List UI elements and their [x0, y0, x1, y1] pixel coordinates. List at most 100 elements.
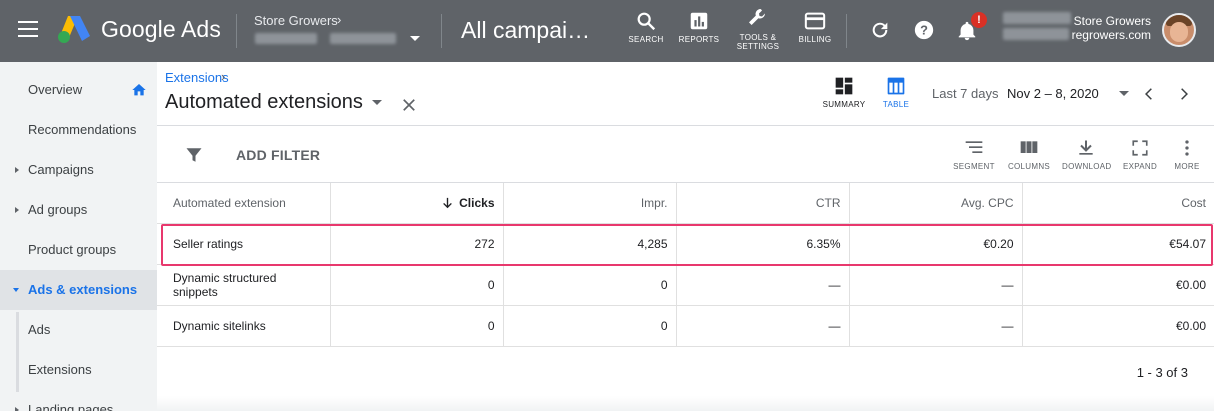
column-header-impressions[interactable]: Impr. — [503, 183, 677, 224]
table-row[interactable]: Dynamic sitelinks 0 0 — — €0.00 — [157, 305, 1214, 347]
more-vert-icon — [1185, 140, 1189, 156]
date-range-value[interactable]: Nov 2 – 8, 2020 — [1007, 86, 1099, 101]
expand-label: EXPAND — [1122, 162, 1158, 171]
reports-tool[interactable]: REPORTS — [678, 10, 720, 44]
more-button[interactable]: MORE — [1169, 139, 1205, 171]
notification-badge: ! — [971, 12, 987, 28]
expand-arrow-icon — [15, 167, 19, 173]
sidebar-item-overview[interactable]: Overview — [0, 70, 157, 110]
search-label: SEARCH — [628, 35, 664, 44]
cell-clicks: 0 — [330, 305, 504, 347]
segment-button[interactable]: SEGMENT — [952, 139, 996, 171]
add-filter-button[interactable]: ADD FILTER — [236, 147, 320, 163]
chevron-left-icon[interactable] — [1142, 87, 1156, 101]
cell-cost: €0.00 — [1022, 305, 1214, 347]
columns-button[interactable]: COLUMNS — [1007, 139, 1051, 171]
cell-extension: Dynamic sitelinks — [157, 305, 331, 347]
cell-extension: Dynamic structured snippets — [157, 264, 331, 306]
cell-impressions: 4,285 — [503, 223, 677, 265]
sidebar-item-label: Landing pages — [28, 402, 114, 411]
sidebar-item-label: Recommendations — [28, 122, 137, 137]
expand-arrow-icon — [15, 207, 19, 213]
sidebar-nav: Overview Recommendations Campaigns Ad gr… — [0, 62, 157, 411]
sidebar-item-recommendations[interactable]: Recommendations — [0, 110, 157, 150]
top-app-bar: Google Ads Store Growers › All campai… S… — [0, 0, 1214, 62]
close-icon[interactable] — [400, 96, 418, 114]
wrench-icon — [749, 9, 765, 25]
summary-view-button[interactable]: SUMMARY — [822, 76, 866, 109]
user-account-info[interactable]: Store Growers regrowers.com — [1072, 14, 1151, 42]
billing-card-icon — [804, 12, 826, 30]
sidebar-item-product-groups[interactable]: Product groups — [0, 230, 157, 270]
sidebar-item-ads-extensions[interactable]: Ads & extensions — [0, 270, 157, 310]
column-header-clicks[interactable]: Clicks — [330, 183, 504, 224]
help-icon[interactable]: ? — [913, 19, 935, 41]
account-name[interactable]: Store Growers — [254, 13, 338, 28]
sidebar-item-label: Ad groups — [28, 202, 88, 217]
chevron-right-icon[interactable] — [1177, 87, 1191, 101]
sidebar-item-ad-groups[interactable]: Ad groups — [0, 190, 157, 230]
column-header-extension[interactable]: Automated extension — [157, 183, 331, 224]
page-title[interactable]: Automated extensions — [165, 91, 363, 114]
sidebar-item-label: Extensions — [28, 362, 92, 377]
search-icon — [637, 12, 656, 31]
sidebar-item-label: Ads & extensions — [28, 282, 138, 297]
brand-name[interactable]: Google Ads — [101, 16, 221, 43]
divider — [441, 14, 442, 48]
expand-button[interactable]: EXPAND — [1120, 139, 1160, 171]
cell-extension: Seller ratings — [157, 223, 331, 265]
billing-label: BILLING — [798, 35, 832, 44]
download-button[interactable]: DOWNLOAD — [1062, 139, 1111, 171]
reports-label: REPORTS — [678, 35, 720, 44]
pagination-info: 1 - 3 of 3 — [1136, 365, 1188, 380]
date-range-label: Last 7 days — [932, 86, 999, 101]
column-header-ctr[interactable]: CTR — [676, 183, 850, 224]
sidebar-item-ads[interactable]: Ads — [0, 310, 157, 350]
sidebar-item-label: Overview — [28, 82, 83, 97]
chevron-right-icon: › — [337, 12, 342, 27]
account-dropdown-icon[interactable] — [410, 36, 420, 41]
sidebar-item-extensions[interactable]: Extensions — [0, 350, 157, 390]
summary-label: SUMMARY — [822, 100, 866, 109]
date-dropdown-icon[interactable] — [1119, 91, 1129, 96]
more-label: MORE — [1174, 162, 1200, 171]
redacted-user — [1003, 12, 1071, 24]
cell-ctr: — — [676, 305, 850, 347]
segment-label: SEGMENT — [953, 162, 995, 171]
columns-icon — [1020, 141, 1038, 153]
summary-grid-icon — [835, 77, 853, 95]
main-panel: Extensions › Automated extensions SUMMAR… — [157, 62, 1214, 411]
panel-bottom-edge — [157, 396, 1214, 411]
cell-avg-cpc: — — [849, 264, 1023, 306]
extensions-table: Automated extension Clicks Impr. CTR Avg… — [157, 183, 1214, 347]
fullscreen-icon — [1132, 140, 1148, 156]
refresh-icon[interactable] — [869, 19, 891, 41]
columns-label: COLUMNS — [1007, 162, 1051, 171]
cell-avg-cpc: — — [849, 305, 1023, 347]
avatar[interactable] — [1162, 13, 1196, 47]
column-header-avg-cpc[interactable]: Avg. CPC — [849, 183, 1023, 224]
table-view-button[interactable]: TABLE — [875, 76, 917, 109]
column-header-cost[interactable]: Cost — [1022, 183, 1214, 224]
menu-icon[interactable] — [18, 21, 38, 37]
breadcrumb[interactable]: Extensions — [165, 70, 229, 85]
sidebar-item-label: Ads — [28, 322, 51, 337]
collapse-arrow-icon — [13, 288, 19, 292]
table-row[interactable]: Seller ratings 272 4,285 6.35% €0.20 €54… — [157, 223, 1214, 265]
redacted-user — [1003, 28, 1069, 40]
table-row[interactable]: Dynamic structured snippets 0 0 — — €0.0… — [157, 264, 1214, 306]
cell-avg-cpc: €0.20 — [849, 223, 1023, 265]
search-tool[interactable]: SEARCH — [626, 10, 666, 44]
billing-tool[interactable]: BILLING — [795, 10, 835, 44]
divider — [157, 125, 1214, 126]
google-ads-logo[interactable] — [56, 14, 92, 44]
sidebar-item-campaigns[interactable]: Campaigns — [0, 150, 157, 190]
title-dropdown-icon[interactable] — [372, 100, 382, 105]
table-icon — [887, 77, 905, 95]
sidebar-item-landing-pages[interactable]: Landing pages — [0, 390, 157, 411]
filter-icon[interactable] — [185, 146, 203, 164]
redacted-campaign — [330, 33, 396, 44]
page-name[interactable]: All campai… — [461, 17, 590, 44]
cell-cost: €54.07 — [1022, 223, 1214, 265]
tools-settings-tool[interactable]: TOOLS & SETTINGS — [733, 6, 783, 51]
